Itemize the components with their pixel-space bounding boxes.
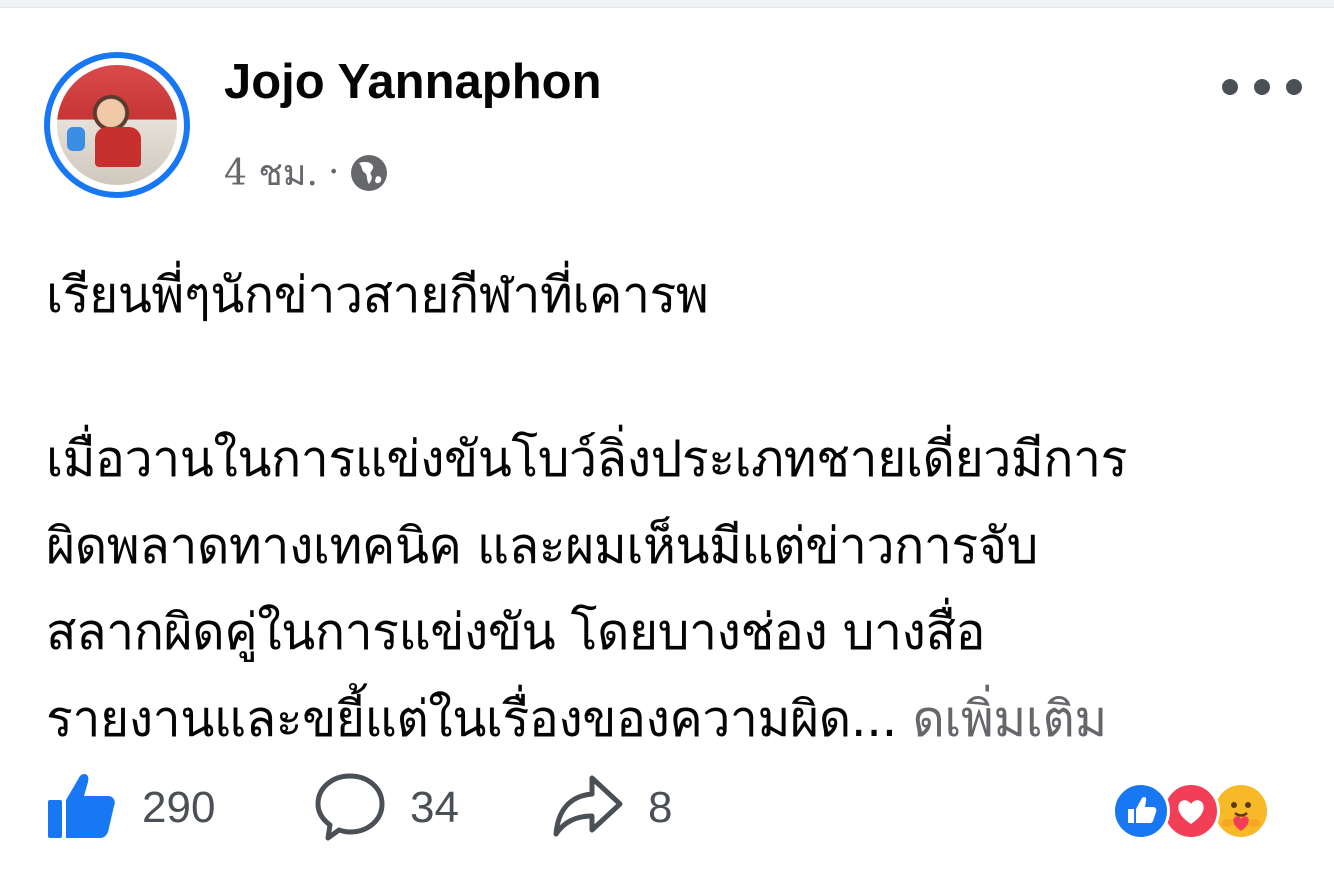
post-text-greeting: เรียนพี่ๆนักข่าวสายกีฬาที่เคารพ: [46, 266, 709, 324]
more-dot: [1286, 79, 1302, 95]
share-icon: [552, 770, 624, 846]
more-dot: [1254, 79, 1270, 95]
avatar[interactable]: [44, 52, 190, 198]
author-name[interactable]: Jojo Yannaphon: [224, 54, 602, 110]
post-footer: 290 34 8: [0, 768, 1334, 848]
reaction-summary[interactable]: [1112, 782, 1302, 842]
share-count: 8: [648, 783, 673, 832]
like-button[interactable]: 290: [46, 768, 215, 848]
post-meta: 4 ชม. ·: [224, 144, 389, 201]
see-more-link[interactable]: ดเพิ่มเติม: [912, 690, 1107, 748]
top-divider: [0, 0, 1334, 8]
post-time[interactable]: 4 ชม.: [224, 144, 318, 201]
care-reaction-icon: [1212, 782, 1270, 840]
love-reaction-icon: [1162, 782, 1220, 840]
avatar-photo: [57, 65, 177, 185]
post-text-line-last: รายงานและขยี้แต่ในเรื่องของความผิด... ดเ…: [46, 680, 1107, 759]
post-text-truncated: รายงานและขยี้แต่ในเรื่องของความผิด...: [46, 690, 897, 748]
comment-button[interactable]: 34: [314, 768, 459, 848]
like-reaction-icon: [1112, 782, 1170, 840]
share-button[interactable]: 8: [552, 768, 672, 848]
post-text-line: สลากผิดคู่ในการแข่งขัน โดยบางช่อง บางสื่…: [46, 603, 986, 661]
like-count: 290: [142, 783, 216, 832]
post-card: Jojo Yannaphon 4 ชม. · เรียนพี่ๆนักข่าวส…: [0, 8, 1334, 885]
post-text-line: เมื่อวานในการแข่งขันโบว์ลิ่งประเภทชายเดี…: [46, 430, 1127, 488]
post-text-line: ผิดพลาดทางเทคนิค และผมเห็นมีแต่ข่าวการจั…: [46, 517, 1038, 575]
thumbs-up-icon: [46, 770, 118, 846]
more-options-icon[interactable]: [1222, 72, 1302, 102]
meta-separator: ·: [327, 152, 340, 193]
more-dot: [1222, 79, 1238, 95]
comment-count: 34: [410, 783, 459, 832]
globe-icon[interactable]: [349, 153, 389, 193]
comment-icon: [314, 770, 386, 846]
